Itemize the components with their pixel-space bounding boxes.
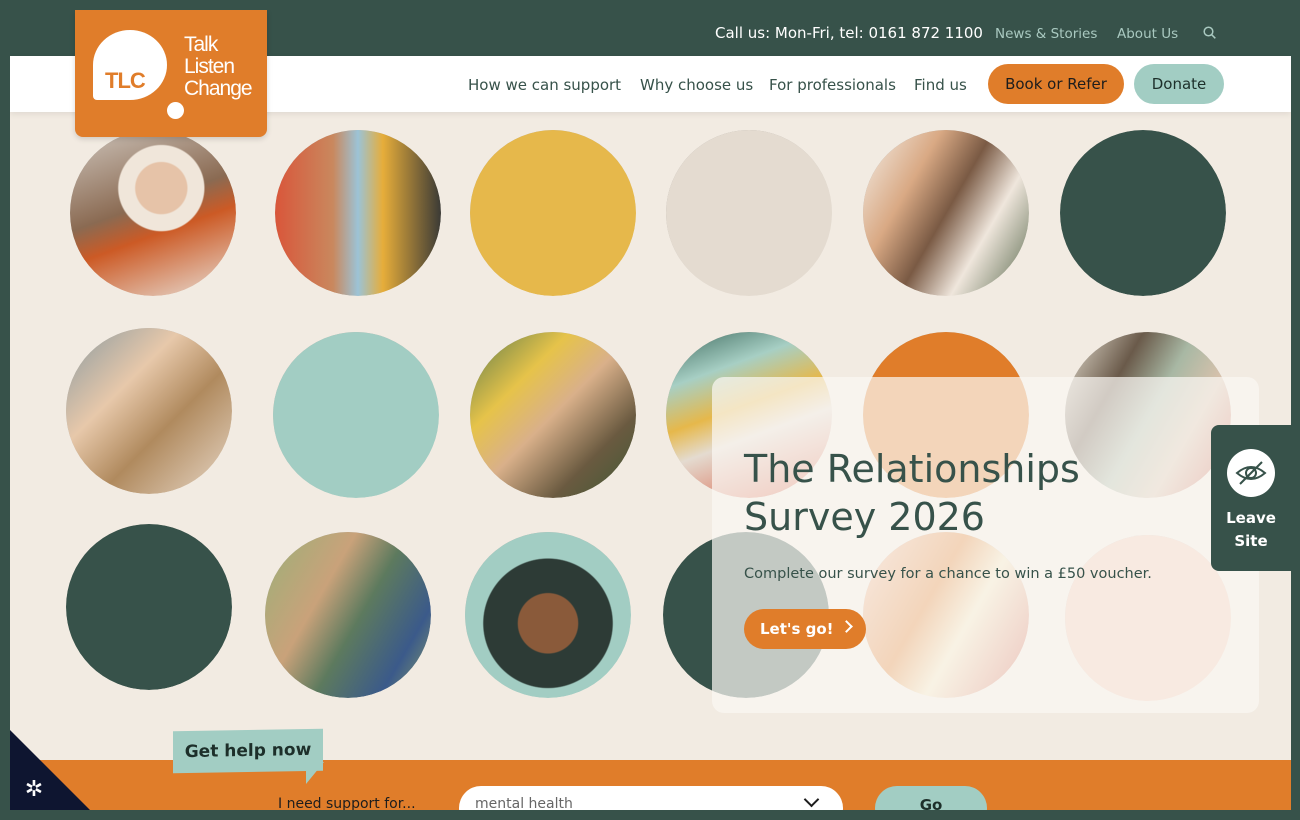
chevron-right-icon xyxy=(840,620,853,633)
survey-description: Complete our survey for a chance to win … xyxy=(744,566,1152,582)
nav-how-we-can-support[interactable]: How we can support xyxy=(468,76,621,94)
survey-title: The Relationships Survey 2026 xyxy=(744,447,1080,539)
logo-word-listen: Listen xyxy=(184,55,235,78)
leave-site-button[interactable]: Leave Site xyxy=(1211,425,1291,571)
survey-card: The Relationships Survey 2026 Complete o… xyxy=(712,377,1259,713)
support-select-value: mental health xyxy=(475,796,573,810)
photo-circle-two-women xyxy=(863,130,1029,296)
nav-why-choose-us[interactable]: Why choose us xyxy=(640,76,753,94)
tlc-logo[interactable]: TLC Talk Listen Change xyxy=(75,10,267,137)
color-circle-mint xyxy=(273,332,439,498)
chevron-down-icon xyxy=(803,791,820,808)
search-icon[interactable] xyxy=(1203,26,1216,39)
illustration-circle-woman-portrait xyxy=(465,532,631,698)
color-circle-yellow xyxy=(470,130,636,296)
lets-go-label: Let's go! xyxy=(760,620,834,638)
cookie-settings-icon[interactable]: ✲ xyxy=(22,778,46,802)
nav-find-us[interactable]: Find us xyxy=(914,76,967,94)
news-stories-link[interactable]: News & Stories xyxy=(995,26,1097,42)
lets-go-button[interactable]: Let's go! xyxy=(744,609,866,649)
about-us-link[interactable]: About Us xyxy=(1117,26,1178,42)
logo-dot xyxy=(167,102,184,119)
illustration-circle-couple xyxy=(275,130,441,296)
go-button[interactable]: Go xyxy=(875,786,987,810)
logo-word-talk: Talk xyxy=(184,33,218,56)
logo-words: Talk Listen Change xyxy=(184,33,253,100)
photo-circle-woman-hijab xyxy=(70,130,236,296)
support-select[interactable]: mental health xyxy=(459,786,843,810)
color-circle-beige xyxy=(666,130,832,296)
eye-slash-icon xyxy=(1227,449,1275,497)
donate-button[interactable]: Donate xyxy=(1134,64,1224,104)
photo-circle-mother-child xyxy=(66,328,232,494)
get-help-now-tag: Get help now xyxy=(173,728,323,774)
photo-circle-father-child-gardening xyxy=(470,332,636,498)
nav-for-professionals[interactable]: For professionals xyxy=(769,76,896,94)
color-circle-dark-green-2 xyxy=(66,524,232,690)
photo-circle-couple-smiling xyxy=(265,532,431,698)
logo-word-change: Change xyxy=(184,77,253,100)
logo-badge-text: TLC xyxy=(105,68,146,93)
support-prompt: I need support for... xyxy=(278,796,416,810)
leave-site-label: Leave Site xyxy=(1226,509,1276,550)
help-tag-tail xyxy=(306,762,324,784)
book-or-refer-button[interactable]: Book or Refer xyxy=(988,64,1124,104)
logo-speech-bubble: TLC xyxy=(93,30,167,100)
page: The Relationships Survey 2026 Complete o… xyxy=(10,10,1291,810)
color-circle-dark-green-1 xyxy=(1060,130,1226,296)
call-us-text: Call us: Mon-Fri, tel: 0161 872 1100 xyxy=(715,24,983,42)
